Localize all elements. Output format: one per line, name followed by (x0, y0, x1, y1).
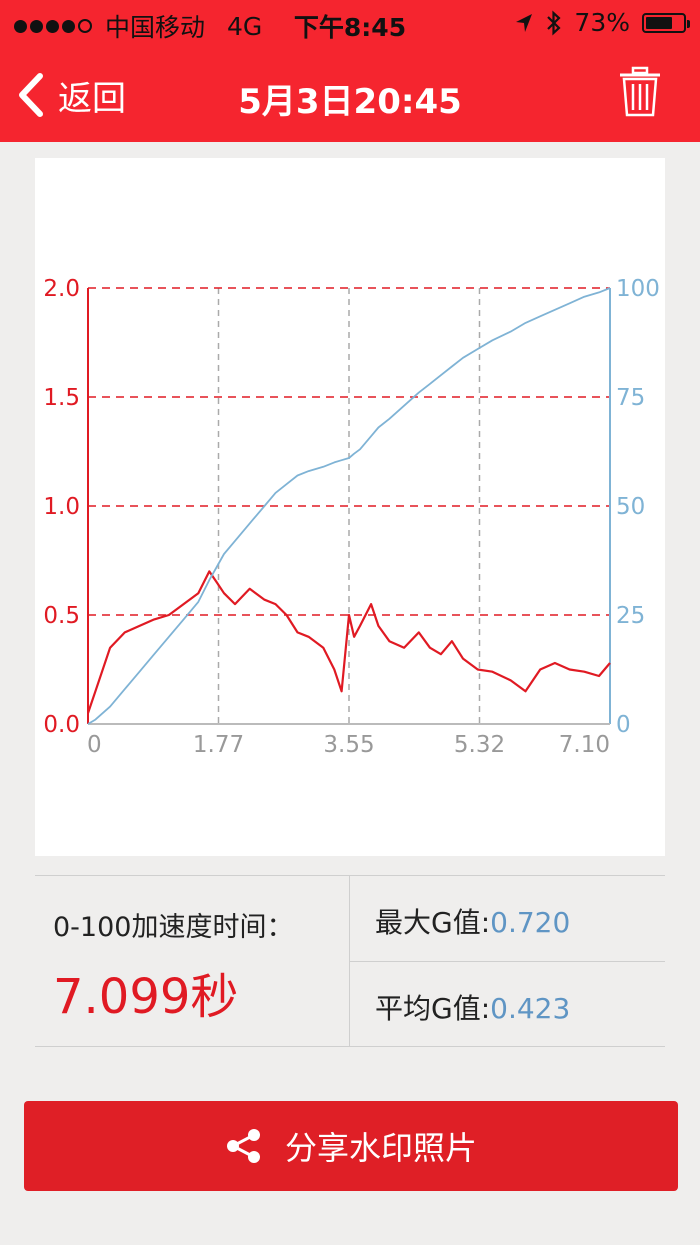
x-tick-label: 0 (87, 732, 102, 758)
location-arrow-icon (516, 13, 533, 32)
x-tick-label: 3.55 (323, 732, 374, 758)
accel-time-label: 0-100加速度时间： (53, 912, 294, 943)
battery-percentage: 73% (574, 8, 630, 37)
left-y-tick-label: 0.5 (43, 603, 80, 629)
right-y-tick-label: 100 (616, 276, 660, 302)
x-tick-label: 1.77 (193, 732, 244, 758)
left-y-tick-label: 1.0 (43, 494, 80, 520)
stats-panel: 0-100加速度时间： 7.099秒 最大G值: 0.720 平均G值: 0.4… (35, 875, 665, 1047)
x-tick-label: 5.32 (454, 732, 505, 758)
status-bar: 中国移动 4G 下午8:45 73% (0, 0, 700, 48)
right-y-tick-label: 75 (616, 385, 645, 411)
right-y-tick-label: 50 (616, 494, 645, 520)
max-g-row: 最大G值: 0.720 (375, 901, 570, 941)
delete-button[interactable] (618, 66, 662, 122)
avg-g-value: 0.423 (490, 992, 571, 1025)
max-g-value: 0.720 (490, 906, 571, 939)
accel-time-value: 7.099秒 (53, 969, 239, 1025)
max-g-label: 最大G值: (375, 906, 491, 939)
nav-bar: 返回 5月3日20:45 (0, 48, 700, 142)
bluetooth-icon (547, 10, 562, 35)
x-tick-label: 7.10 (559, 732, 610, 758)
page-title: 5月3日20:45 (238, 82, 462, 122)
speed-series-line (87, 287, 611, 725)
trash-icon (620, 66, 660, 117)
share-icon (226, 1129, 260, 1163)
left-y-tick-label: 1.5 (43, 385, 80, 411)
avg-g-row: 平均G值: 0.423 (375, 987, 570, 1027)
chart-card: 0.0 0.5 1.0 1.5 2.0 0 25 50 75 100 0 1.77 3.55 5.32 7.… (35, 158, 665, 856)
right-y-tick-label: 25 (616, 603, 645, 629)
right-y-tick-label: 0 (616, 712, 631, 738)
share-label: 分享水印照片 (284, 1129, 477, 1167)
share-watermark-photo-button[interactable]: 分享水印照片 (24, 1101, 678, 1191)
left-y-tick-label: 2.0 (43, 276, 80, 302)
acceleration-chart: 0.0 0.5 1.0 1.5 2.0 0 25 50 75 100 0 1.77 3.55 5.32 7.… (43, 276, 660, 758)
battery-icon (642, 12, 690, 33)
left-y-tick-label: 0.0 (43, 712, 80, 738)
avg-g-label: 平均G值: (375, 992, 491, 1025)
